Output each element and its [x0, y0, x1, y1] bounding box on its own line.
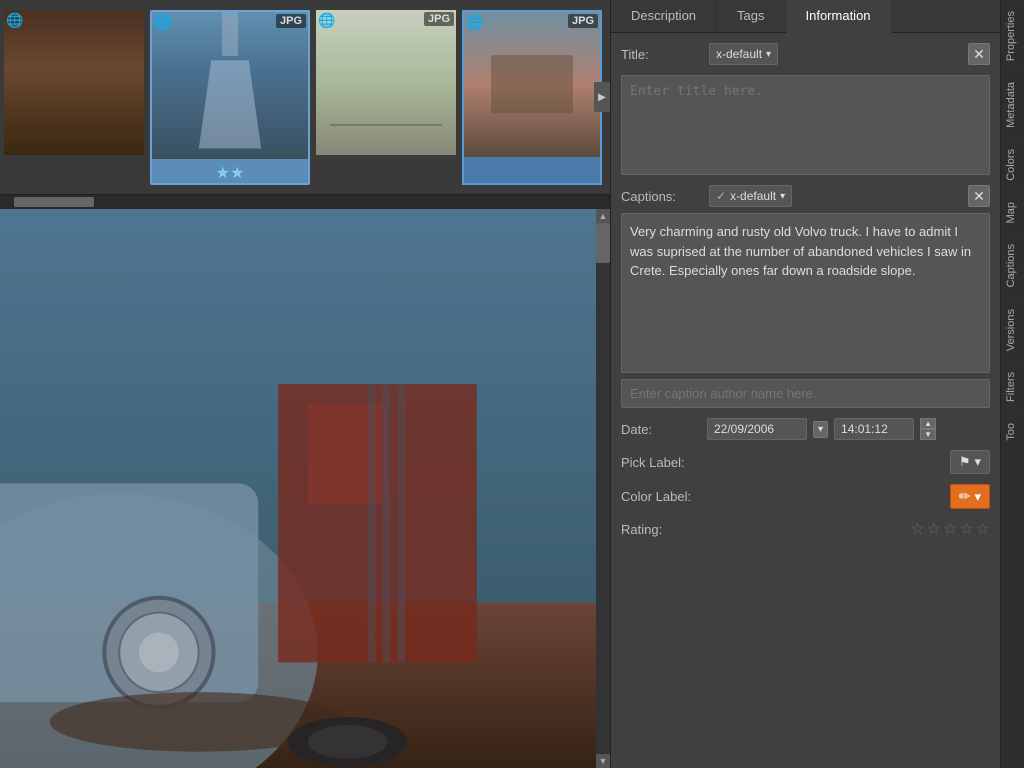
vtab-captions[interactable]: Captions: [1001, 233, 1024, 297]
rating-row: Rating: ☆ ☆ ☆ ☆ ☆: [621, 519, 990, 539]
title-close-btn[interactable]: ✕: [968, 43, 990, 65]
captions-locale-select[interactable]: ✓ x-default ▾: [709, 185, 792, 207]
pick-label-flag-btn[interactable]: ⚑ ▾: [950, 450, 990, 474]
main-image: [0, 209, 596, 768]
thumb-badge-3: JPG: [424, 12, 454, 26]
main-image-area: ▲ ▼: [0, 209, 610, 768]
thumbnail-3[interactable]: 🌐 JPG: [316, 10, 456, 185]
panel-tabs: Description Tags Information: [611, 0, 1000, 33]
thumbnail-1[interactable]: 🌐: [4, 10, 144, 185]
star-4[interactable]: ☆: [959, 519, 973, 539]
captions-label: Captions:: [621, 189, 701, 204]
time-spin-down[interactable]: ▼: [920, 429, 936, 440]
caption-text-display: Very charming and rusty old Volvo truck.…: [621, 213, 990, 373]
vtab-filters[interactable]: Filters: [1001, 361, 1024, 412]
date-label: Date:: [621, 422, 701, 437]
captions-close-btn[interactable]: ✕: [968, 185, 990, 207]
color-label-row: Color Label: ✏ ▾: [621, 484, 990, 509]
thumbnail-2[interactable]: 🌐 JPG ★★: [150, 10, 310, 185]
globe-icon-4: 🌐: [466, 14, 483, 31]
flag-icon: ⚑: [959, 454, 971, 470]
star-2[interactable]: ☆: [927, 519, 941, 539]
vtab-properties[interactable]: Properties: [1001, 0, 1024, 71]
time-spin-up[interactable]: ▲: [920, 418, 936, 429]
main-image-svg: [0, 209, 596, 768]
captions-checkmark: ✓: [716, 189, 726, 203]
thumb-badge-2: JPG: [276, 14, 306, 28]
rating-label: Rating:: [621, 522, 701, 537]
time-spin-btns: ▲ ▼: [920, 418, 936, 440]
title-locale-arrow: ▾: [766, 49, 771, 60]
title-locale-value: x-default: [716, 47, 762, 61]
pick-label-row: Pick Label: ⚑ ▾: [621, 450, 990, 474]
star-1[interactable]: ☆: [910, 519, 924, 539]
right-panel: Description Tags Information Title: x-de…: [610, 0, 1000, 768]
globe-icon-3: 🌐: [318, 12, 335, 29]
vtab-colors[interactable]: Colors: [1001, 138, 1024, 191]
scroll-up-arrow[interactable]: ▲: [596, 209, 610, 223]
captions-locale-value: x-default: [730, 189, 776, 203]
strip-scroll-right[interactable]: ▶: [594, 82, 610, 112]
title-row: Title: x-default ▾ ✕: [621, 43, 990, 65]
time-input[interactable]: [834, 418, 914, 440]
thumbnail-strip: 🌐 🌐 JPG ★★: [0, 0, 610, 195]
scroll-track[interactable]: [596, 223, 610, 754]
caption-author-input[interactable]: [621, 379, 990, 408]
scroll-thumb[interactable]: [596, 223, 610, 263]
thumb-badge-4: JPG: [568, 14, 598, 28]
star-3[interactable]: ☆: [943, 519, 957, 539]
vtab-map[interactable]: Map: [1001, 191, 1024, 233]
captions-locale-arrow: ▾: [780, 191, 785, 202]
main-image-scrollbar[interactable]: ▲ ▼: [596, 209, 610, 768]
globe-icon-2: 🌐: [154, 14, 171, 31]
panel-content: Title: x-default ▾ ✕ Captions: ✓ x-defau…: [611, 33, 1000, 768]
color-label-icon: ✏: [959, 488, 971, 505]
title-input[interactable]: [621, 75, 990, 175]
vtab-metadata[interactable]: Metadata: [1001, 71, 1024, 138]
strip-scrollbar-thumb[interactable]: [14, 197, 94, 207]
star-5[interactable]: ☆: [976, 519, 990, 539]
date-row: Date: ▾ ▲ ▼: [621, 418, 990, 440]
title-label: Title:: [621, 47, 701, 62]
thumbnail-4[interactable]: 🌐 JPG: [462, 10, 602, 185]
captions-header: Captions: ✓ x-default ▾ ✕: [621, 185, 990, 207]
color-label-dropdown-arrow: ▾: [974, 489, 981, 505]
strip-scrollbar[interactable]: [0, 195, 610, 209]
vertical-sidebar: Properties Metadata Colors Map Captions …: [1000, 0, 1024, 768]
globe-icon-1: 🌐: [6, 12, 23, 29]
color-label-btn[interactable]: ✏ ▾: [950, 484, 990, 509]
rating-stars: ☆ ☆ ☆ ☆ ☆: [910, 519, 990, 539]
vtab-too[interactable]: Too: [1001, 412, 1024, 451]
date-dropdown-btn[interactable]: ▾: [813, 421, 828, 438]
flag-dropdown-arrow: ▾: [974, 454, 981, 470]
tab-tags[interactable]: Tags: [717, 0, 785, 32]
pick-label-label: Pick Label:: [621, 455, 701, 470]
tab-information[interactable]: Information: [786, 0, 892, 33]
tab-description[interactable]: Description: [611, 0, 717, 32]
thumb-stars-2: ★★: [216, 163, 245, 183]
captions-block: Captions: ✓ x-default ▾ ✕ Very charming …: [621, 185, 990, 408]
color-label-label: Color Label:: [621, 489, 701, 504]
vtab-versions[interactable]: Versions: [1001, 298, 1024, 361]
title-locale-select[interactable]: x-default ▾: [709, 43, 778, 65]
scroll-down-arrow[interactable]: ▼: [596, 754, 610, 768]
date-input[interactable]: [707, 418, 807, 440]
